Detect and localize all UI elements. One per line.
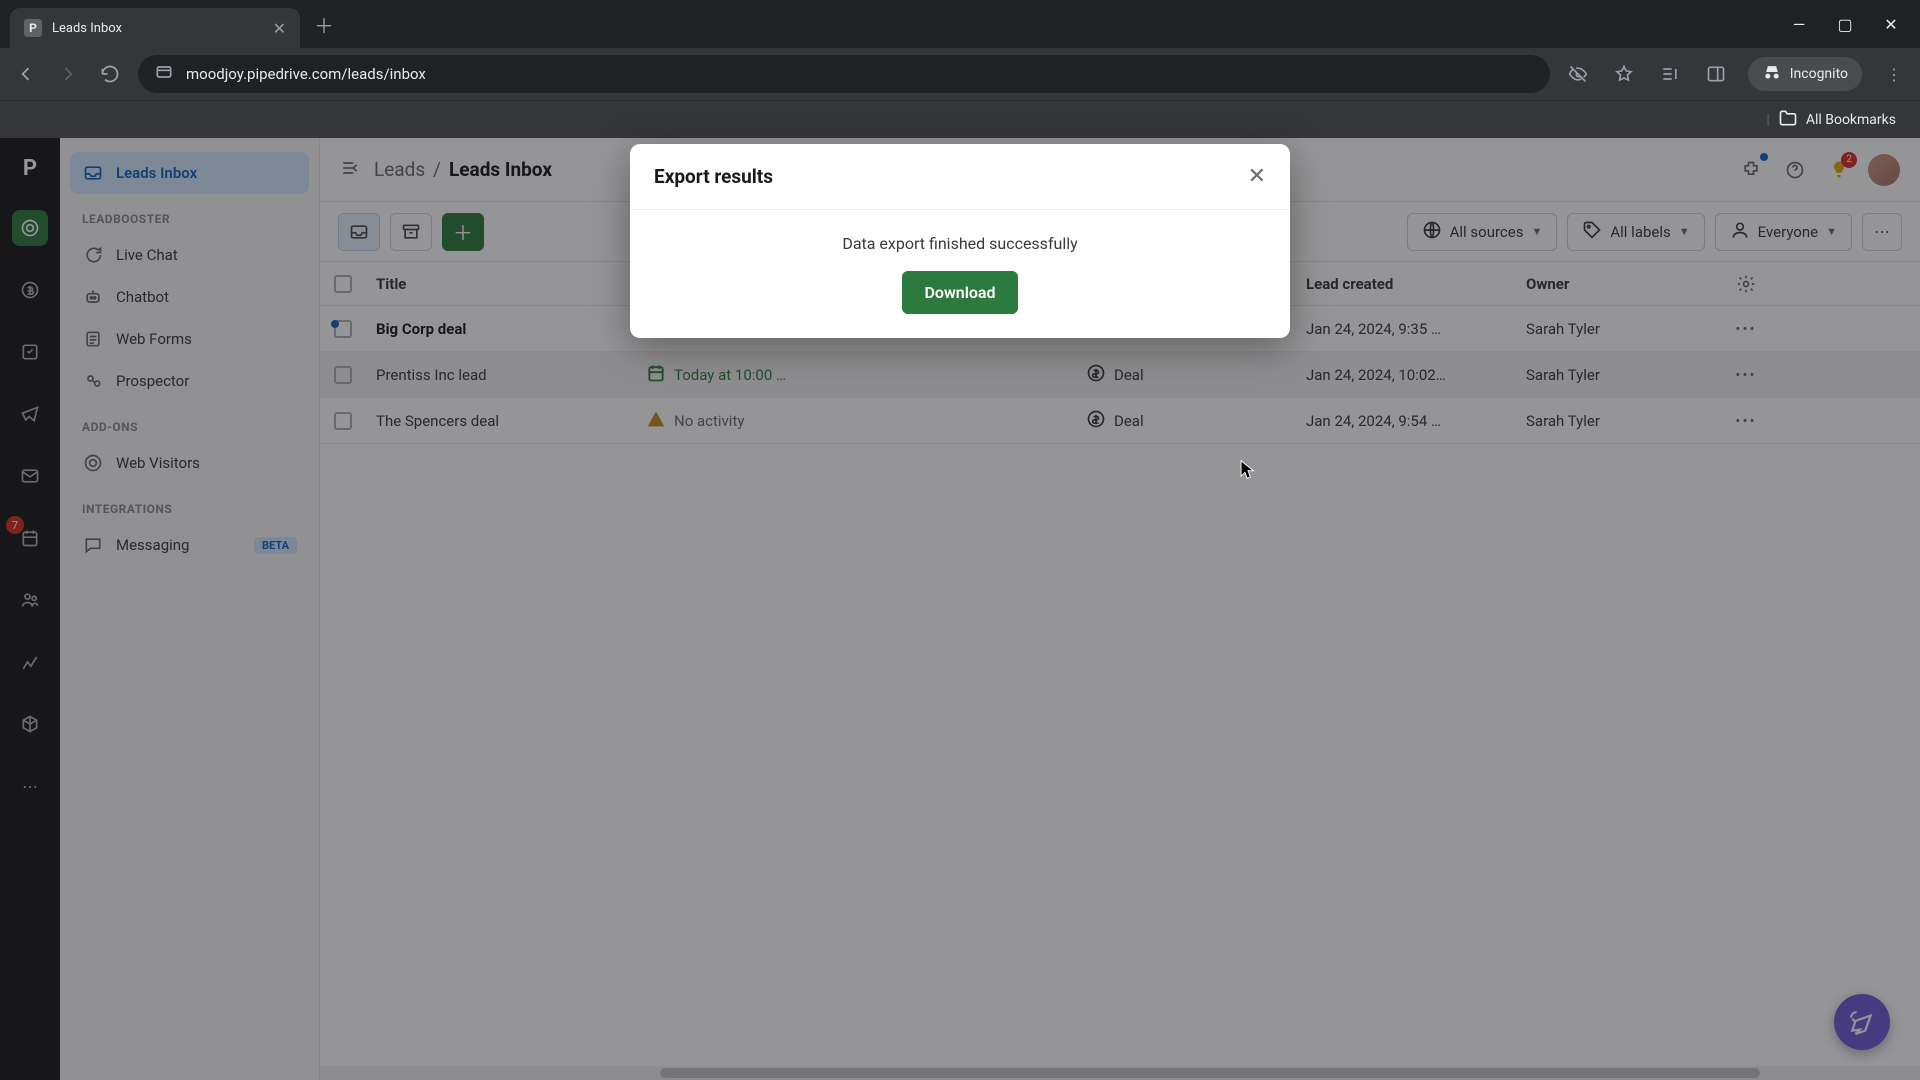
url-input[interactable]: moodjoy.pipedrive.com/leads/inbox: [138, 55, 1550, 93]
close-window-icon[interactable]: ✕: [1882, 15, 1900, 33]
minimize-icon[interactable]: —: [1790, 15, 1808, 33]
download-button[interactable]: Download: [902, 271, 1017, 314]
all-bookmarks-link[interactable]: All Bookmarks: [1806, 112, 1896, 128]
eye-off-icon[interactable]: [1564, 60, 1592, 88]
side-panel-icon[interactable]: [1702, 60, 1730, 88]
incognito-icon: [1762, 62, 1782, 86]
new-tab-button[interactable]: ＋: [314, 10, 334, 39]
folder-icon: [1778, 108, 1798, 132]
tab-title: Leads Inbox: [52, 21, 263, 36]
back-icon[interactable]: [12, 60, 40, 88]
close-icon[interactable]: ✕: [273, 19, 286, 38]
window-controls: — ▢ ✕: [1790, 15, 1920, 33]
export-results-modal: Export results ✕ Data export finished su…: [630, 144, 1290, 338]
browser-tab-strip: P Leads Inbox ✕ ＋ — ▢ ✕: [0, 0, 1920, 48]
modal-title: Export results: [654, 165, 773, 188]
incognito-indicator[interactable]: Incognito: [1748, 57, 1862, 91]
address-bar: moodjoy.pipedrive.com/leads/inbox Incogn…: [0, 48, 1920, 100]
browser-menu-icon[interactable]: ⋮: [1880, 60, 1908, 88]
modal-message: Data export finished successfully: [654, 234, 1266, 253]
browser-tab[interactable]: P Leads Inbox ✕: [10, 8, 300, 48]
reload-icon[interactable]: [96, 60, 124, 88]
star-icon[interactable]: [1610, 60, 1638, 88]
bookmarks-bar: | All Bookmarks: [0, 100, 1920, 138]
tab-favicon: P: [24, 19, 42, 37]
reading-list-icon[interactable]: [1656, 60, 1684, 88]
forward-icon[interactable]: [54, 60, 82, 88]
site-info-icon[interactable]: [154, 62, 174, 86]
maximize-icon[interactable]: ▢: [1836, 15, 1854, 33]
url-text: moodjoy.pipedrive.com/leads/inbox: [186, 65, 426, 83]
close-icon[interactable]: ✕: [1248, 164, 1266, 189]
incognito-label: Incognito: [1790, 66, 1848, 82]
